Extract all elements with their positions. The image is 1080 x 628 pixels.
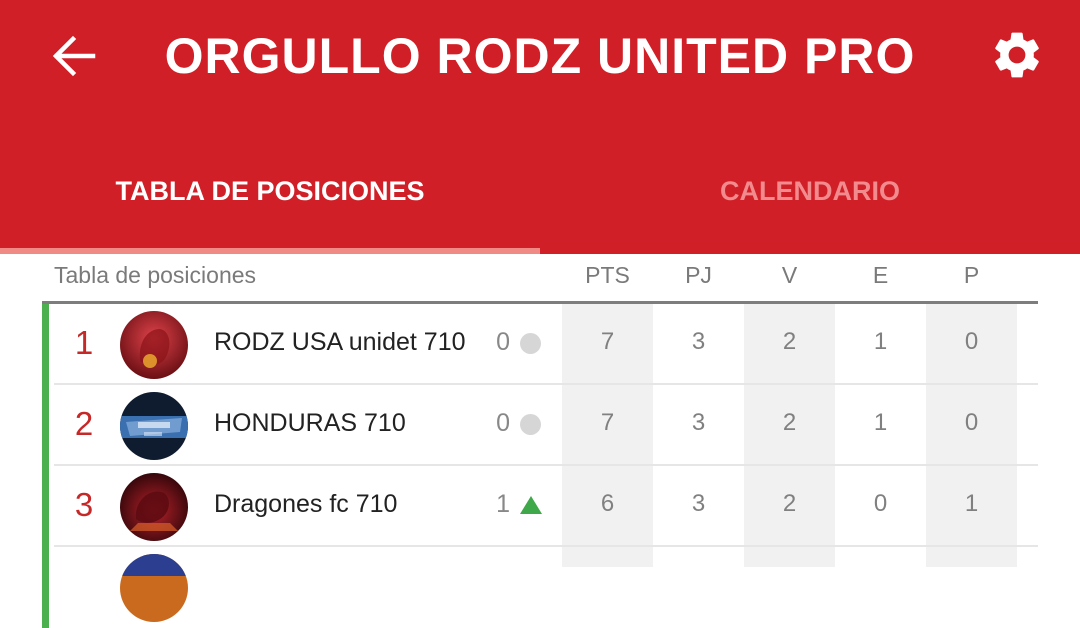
e-value: 0: [873, 490, 888, 517]
v-value: 2: [782, 409, 797, 436]
p-value: 0: [964, 328, 979, 355]
team-avatar: [120, 392, 188, 460]
position-change: 0: [496, 328, 510, 356]
team-name: RODZ USA unidet 710: [214, 328, 466, 356]
team-name: Dragones fc 710: [214, 490, 398, 518]
pj-value: 3: [691, 409, 706, 436]
column-header-pts: PTS: [585, 262, 630, 288]
table-row[interactable]: 3 Dragones fc 710 1 6 3 2 0 1: [42, 466, 1038, 547]
position-change: 0: [496, 409, 510, 437]
team-avatar: [120, 311, 188, 379]
column-header-e: E: [872, 262, 889, 288]
team-avatar: [120, 554, 188, 622]
up-arrow-icon: [520, 496, 542, 514]
pts-value: 7: [600, 328, 615, 355]
qualification-bar: [42, 547, 49, 628]
no-change-dot-icon: [520, 414, 541, 435]
p-value: 0: [964, 409, 979, 436]
column-header-v: V: [781, 262, 798, 288]
e-value: 1: [873, 328, 888, 355]
qualification-bar: [42, 466, 49, 547]
app-bar: ORGULLO RODZ UNITED PRO TABLA DE POSICIO…: [0, 0, 1080, 254]
standings-table: Tabla de posiciones PTS PJ V E P 1 RODZ …: [0, 254, 1080, 628]
pj-value: 3: [691, 328, 706, 355]
position: 1: [74, 324, 94, 361]
standings-title: Tabla de posiciones: [54, 262, 257, 288]
position-change: 1: [496, 490, 510, 518]
no-change-dot-icon: [520, 333, 541, 354]
table-row[interactable]: 1 RODZ USA unidet 710 0 7 3 2 1 0: [42, 304, 1038, 385]
pts-value: 6: [600, 490, 615, 517]
settings-button[interactable]: [986, 24, 1048, 86]
tab-calendario[interactable]: CALENDARIO: [540, 166, 1080, 254]
column-header-p: P: [963, 262, 980, 288]
team-name: HONDURAS 710: [214, 409, 406, 437]
tab-tabla-de-posiciones[interactable]: TABLA DE POSICIONES: [0, 166, 540, 254]
team-avatar: [120, 473, 188, 541]
pts-value: 7: [600, 409, 615, 436]
e-value: 1: [873, 409, 888, 436]
position: 2: [74, 405, 94, 442]
table-row[interactable]: [42, 547, 1038, 628]
qualification-bar: [42, 385, 49, 466]
table-header: Tabla de posiciones PTS PJ V E P: [0, 254, 1080, 304]
qualification-bar: [42, 304, 49, 385]
pj-value: 3: [691, 490, 706, 517]
page-title: ORGULLO RODZ UNITED PRO: [164, 28, 916, 84]
table-row[interactable]: 2 HONDURAS 710 0 7 3 2 1 0: [42, 385, 1038, 466]
p-value: 1: [964, 490, 979, 517]
gear-icon: [995, 32, 1039, 78]
v-value: 2: [782, 328, 797, 355]
position: 3: [74, 486, 94, 523]
v-value: 2: [782, 490, 797, 517]
column-header-pj: PJ: [685, 262, 712, 288]
